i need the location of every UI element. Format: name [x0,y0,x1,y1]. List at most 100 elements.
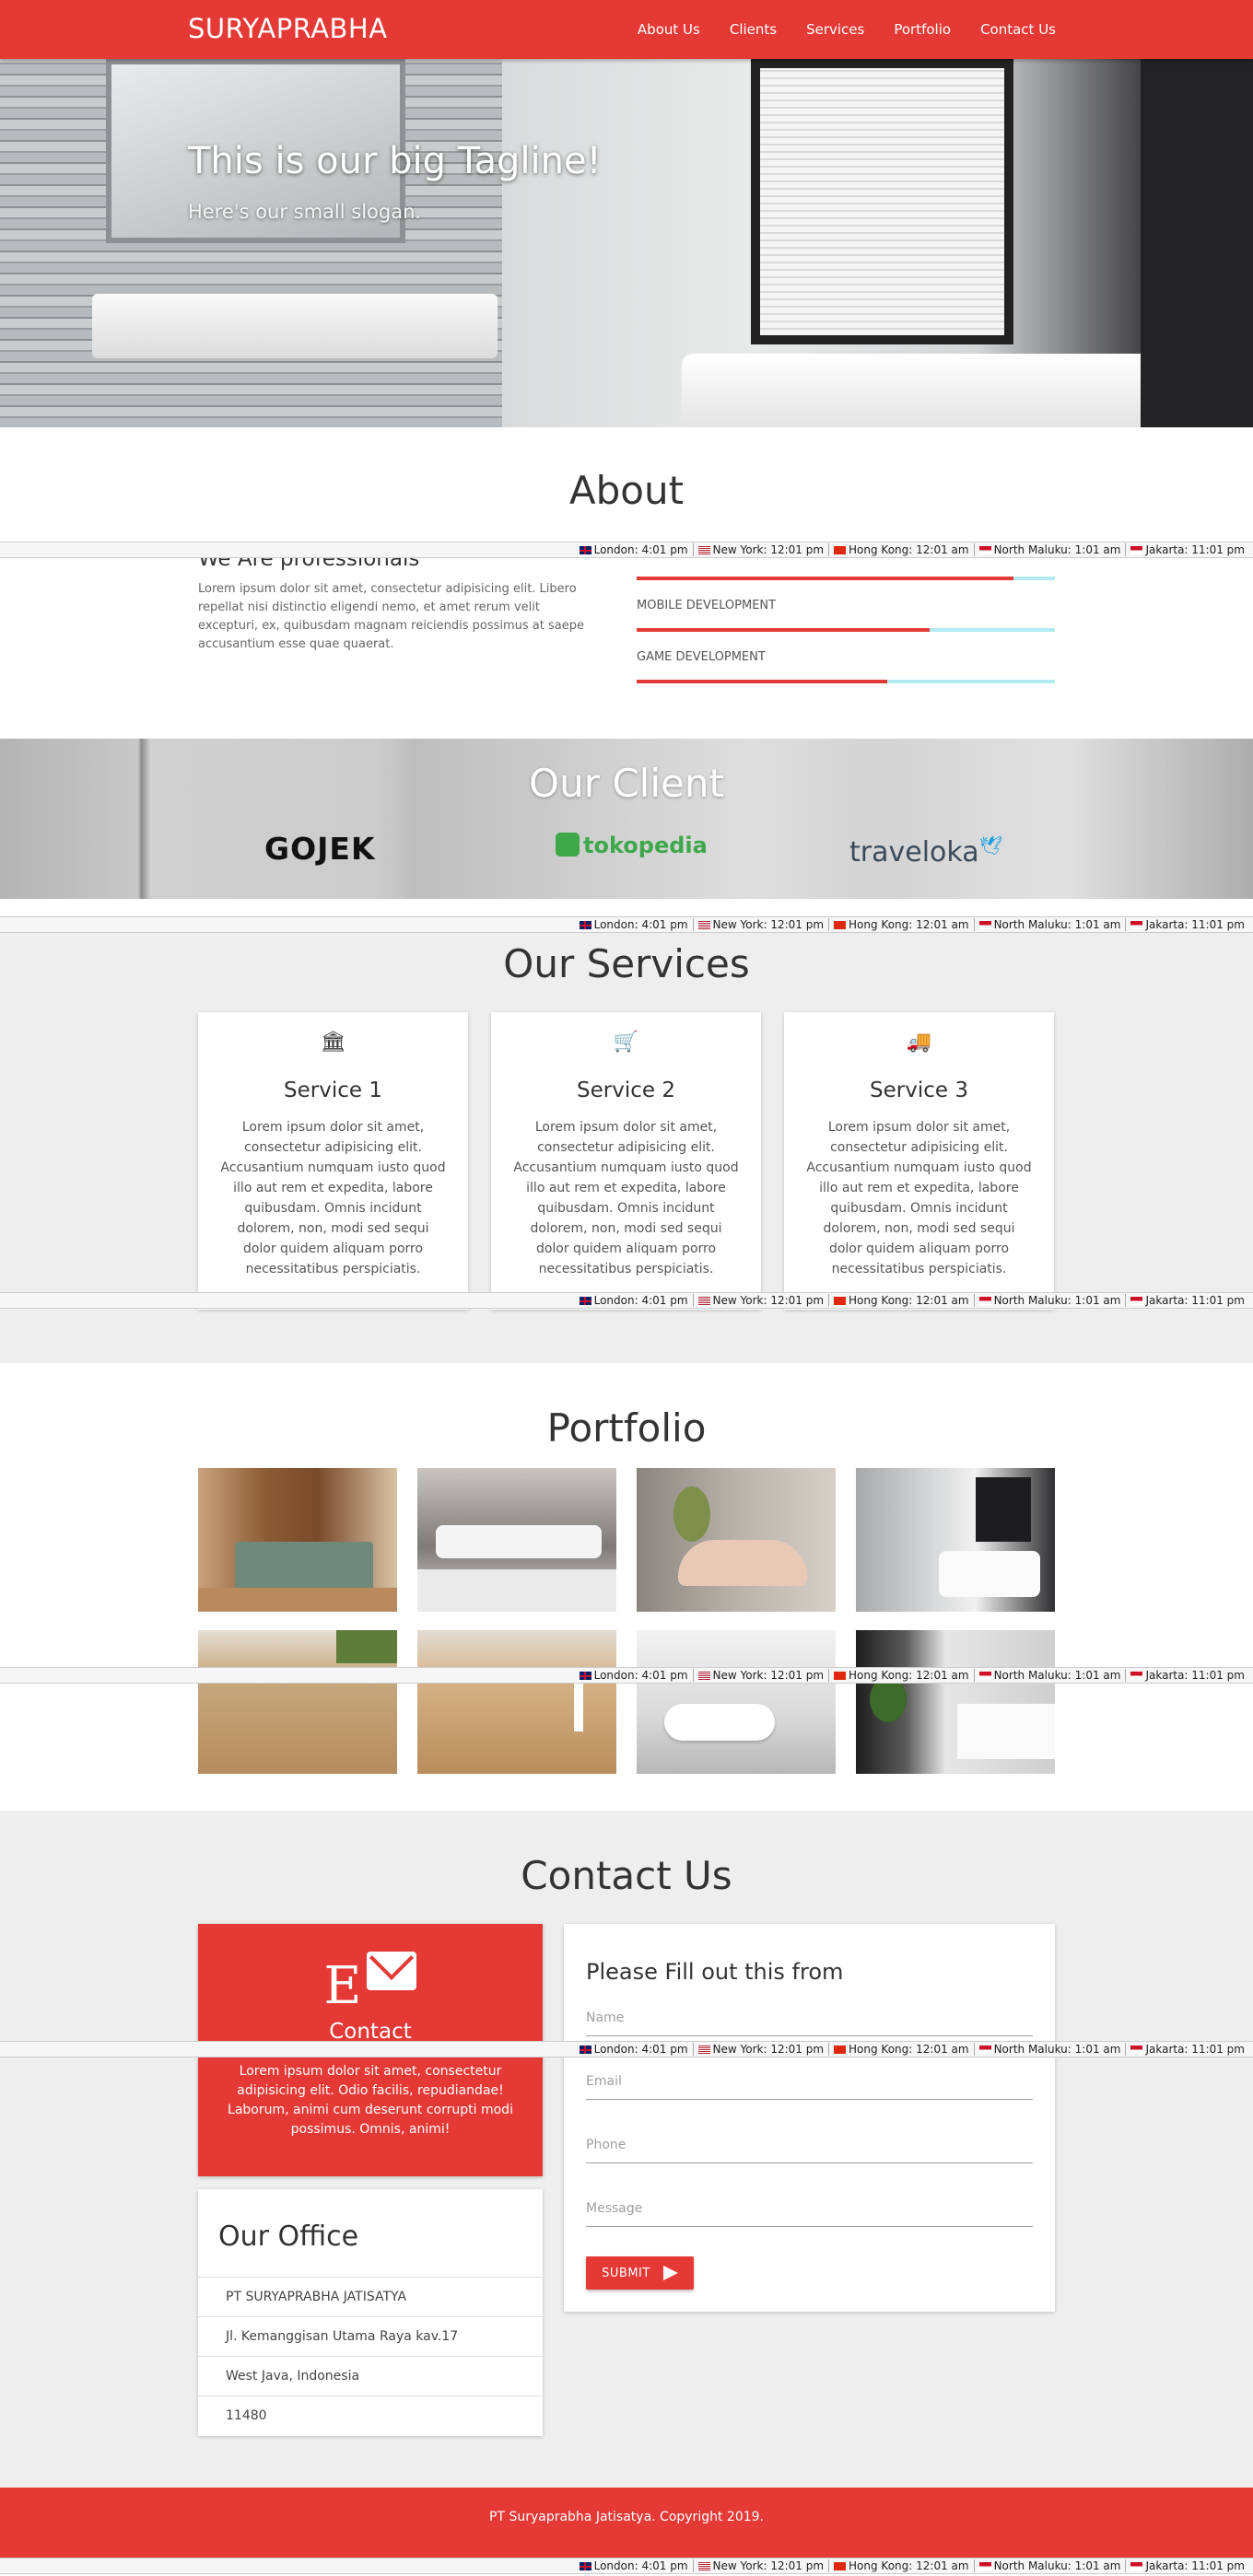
clock-text: Hong Kong: 12:01 am [849,2559,969,2572]
clock-hong-kong: Hong Kong: 12:01 am [828,1669,974,1682]
us-flag-icon [697,921,710,929]
tokopedia-bag-icon [556,833,580,857]
about-title: About [568,468,685,513]
id-flag-icon [978,2046,991,2054]
id-flag-icon [1130,921,1143,929]
us-flag-icon [697,1297,710,1305]
id-flag-icon [978,546,991,554]
submit-label: SUBMIT [602,2266,650,2280]
world-clock-bar: London: 4:01 pm New York: 12:01 pm Hong … [0,1667,1253,1684]
bird-icon: 🕊 [978,834,1003,857]
clock-text: North Maluku: 1:01 am [993,2043,1121,2056]
nav-link-clients[interactable]: Clients [730,21,777,38]
nav-link-portfolio[interactable]: Portfolio [894,21,951,38]
portfolio-image-bedroom[interactable] [198,1468,397,1612]
service-card: 🏛 Service 1 Lorem ipsum dolor sit amet, … [198,1012,468,1310]
message-field[interactable] [586,2190,1033,2227]
portfolio-image-bathtub[interactable] [417,1468,616,1612]
clock-london: London: 4:01 pm [575,2043,693,2056]
id-flag-icon [978,1672,991,1680]
service-text: Lorem ipsum dolor sit amet, consectetur … [513,1120,739,1276]
clock-new-york: New York: 12:01 pm [692,918,829,931]
send-icon [662,2266,678,2280]
navbar: SURYAPRABHA About Us Clients Services Po… [0,0,1253,59]
nav-menu: About Us Clients Services Portfolio Cont… [608,0,1056,59]
skill-label: GAME DEVELOPMENT [637,650,766,664]
clock-jakarta: Jakarta: 11:01 pm [1125,1669,1249,1682]
id-flag-icon [1130,546,1143,554]
id-flag-icon [978,921,991,929]
clock-text: Hong Kong: 12:01 am [849,543,969,556]
email-field[interactable] [586,2063,1033,2100]
skill-progress-track [637,577,1055,580]
hk-flag-icon [834,546,847,554]
clock-text: Jakarta: 11:01 pm [1145,1669,1245,1682]
submit-button[interactable]: SUBMIT [586,2256,694,2290]
uk-flag-icon [579,2562,591,2570]
clock-text: New York: 12:01 pm [712,918,825,931]
clock-hong-kong: Hong Kong: 12:01 am [828,2559,974,2572]
skill-item: GAME DEVELOPMENT [637,650,1055,702]
nav-link-services[interactable]: Services [806,21,864,38]
footer: PT Suryaprabha Jatisatya. Copyright 2019… [0,2488,1253,2558]
world-clock-bar: London: 4:01 pm New York: 12:01 pm Hong … [0,916,1253,933]
clock-text: Jakarta: 11:01 pm [1145,2559,1245,2572]
hk-flag-icon [834,1297,847,1305]
portfolio-image-white-bath[interactable] [637,1630,836,1774]
clock-new-york: New York: 12:01 pm [692,1669,829,1682]
service-title: Service 3 [870,1078,968,1102]
clock-jakarta: Jakarta: 11:01 pm [1125,918,1249,931]
clock-london: London: 4:01 pm [575,2559,693,2572]
world-clock-bar: London: 4:01 pm New York: 12:01 pm Hong … [0,1292,1253,1309]
clock-london: London: 4:01 pm [575,1669,693,1682]
hero-slogan: Here's our small slogan. [188,201,422,223]
clock-north-maluku: North Maluku: 1:01 am [973,918,1126,931]
clock-new-york: New York: 12:01 pm [692,2043,829,2056]
nav-link-contact[interactable]: Contact Us [980,21,1056,38]
clock-text: New York: 12:01 pm [712,543,825,556]
hk-flag-icon [834,1672,847,1680]
hero-bathtub [682,354,1161,427]
contact-card-text: Lorem ipsum dolor sit amet, consectetur … [228,2064,513,2137]
clock-hong-kong: Hong Kong: 12:01 am [828,918,974,931]
clock-text: London: 4:01 pm [593,2043,688,2056]
portfolio-image-stone-bath[interactable] [637,1468,836,1612]
clock-text: New York: 12:01 pm [712,1669,825,1682]
portfolio-image-wood-floor-2[interactable] [417,1630,616,1774]
id-flag-icon [978,1297,991,1305]
clock-north-maluku: North Maluku: 1:01 am [973,1669,1126,1682]
service-text: Lorem ipsum dolor sit amet, consectetur … [806,1120,1032,1276]
phone-field-wrapper [586,2127,1033,2163]
name-field[interactable] [586,1999,1033,2036]
clock-jakarta: Jakarta: 11:01 pm [1125,543,1249,556]
clock-hong-kong: Hong Kong: 12:01 am [828,2043,974,2056]
uk-flag-icon [579,546,591,554]
id-flag-icon [1130,2046,1143,2054]
clock-north-maluku: North Maluku: 1:01 am [973,2559,1126,2572]
clients-title: Our Client [529,761,724,806]
clock-text: Hong Kong: 12:01 am [849,918,969,931]
email-icon: E [198,1952,543,2016]
brand-logo[interactable]: SURYAPRABHA [188,13,388,44]
clock-text: Jakarta: 11:01 pm [1145,1294,1245,1307]
skill-label: MOBILE DEVELOPMENT [637,599,777,612]
phone-field[interactable] [586,2127,1033,2163]
skill-progress-fill [637,577,1013,580]
bank-icon: 🏛 [320,1031,346,1054]
portfolio-image-dark-bath[interactable] [856,1630,1055,1774]
truck-icon: 🚚 [906,1031,932,1054]
skills-list: WEB DEVELOPMENT MOBILE DEVELOPMENT GAME … [637,547,1055,702]
message-field-wrapper [586,2190,1033,2227]
nav-link-about[interactable]: About Us [638,21,700,38]
name-field-wrapper [586,1999,1033,2036]
uk-flag-icon [579,921,591,929]
service-card: 🚚 Service 3 Lorem ipsum dolor sit amet, … [784,1012,1054,1310]
clock-london: London: 4:01 pm [575,1294,693,1307]
envelope-icon [367,1952,417,1990]
portfolio-image-modern-bath[interactable] [856,1468,1055,1612]
clock-text: Jakarta: 11:01 pm [1145,2043,1245,2056]
service-title: Service 2 [577,1078,675,1102]
clock-jakarta: Jakarta: 11:01 pm [1125,2559,1249,2572]
hero-tagline: This is our big Tagline! [188,140,602,182]
portfolio-image-wood-floor-1[interactable] [198,1630,397,1774]
